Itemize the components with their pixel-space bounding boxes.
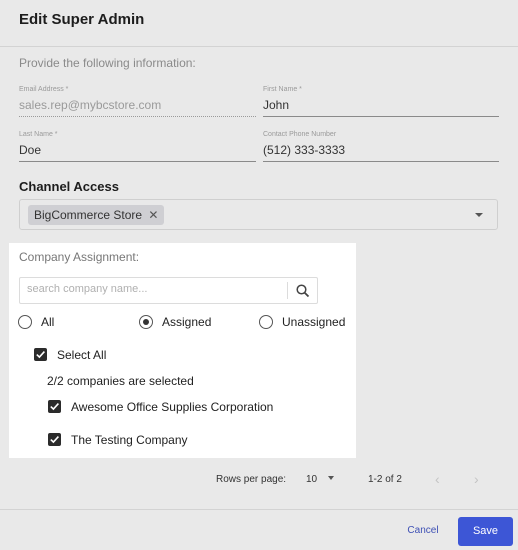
- rows-dropdown-arrow-icon[interactable]: [327, 476, 334, 480]
- company-assignment-panel: Company Assignment: search company name.…: [9, 243, 356, 458]
- next-page-icon[interactable]: ›: [474, 471, 479, 487]
- selection-count: 2/2 companies are selected: [47, 374, 194, 388]
- company-checkbox-2[interactable]: [48, 433, 61, 446]
- phone-underline: [263, 161, 499, 162]
- channel-access-heading: Channel Access: [19, 179, 119, 194]
- company-assignment-label: Company Assignment:: [19, 250, 140, 264]
- company-name-2: The Testing Company: [71, 433, 188, 447]
- phone-value: (512) 333-3333: [263, 143, 346, 157]
- title-divider: [0, 46, 518, 47]
- radio-assigned-circle[interactable]: [139, 315, 153, 329]
- first-name-value: John: [263, 98, 290, 112]
- first-name-field[interactable]: First Name * John: [263, 85, 499, 117]
- rows-per-page-label: Rows per page:: [216, 474, 287, 485]
- channel-chip-label: BigCommerce Store: [34, 208, 143, 222]
- edit-super-admin-dialog: Edit Super Admin Provide the following i…: [0, 0, 518, 550]
- company-name-1: Awesome Office Supplies Corporation: [71, 400, 274, 414]
- company-checkbox-1[interactable]: [48, 400, 61, 413]
- search-icon[interactable]: [295, 283, 311, 299]
- search-divider: [287, 282, 288, 299]
- last-name-label: Last Name *: [19, 131, 58, 138]
- last-name-underline: [19, 161, 256, 162]
- last-name-value: Doe: [19, 143, 42, 157]
- channel-chip: BigCommerce Store ✕: [28, 205, 165, 225]
- save-button[interactable]: Save: [458, 517, 513, 546]
- select-all-label: Select All: [57, 348, 107, 362]
- first-name-label: First Name *: [263, 86, 302, 93]
- pagination-range: 1-2 of 2: [368, 474, 402, 485]
- email-underline: [19, 116, 256, 118]
- footer-divider: [0, 509, 518, 510]
- phone-field[interactable]: Contact Phone Number (512) 333-3333: [263, 130, 499, 162]
- dialog-title: Edit Super Admin: [19, 11, 145, 28]
- instructions-text: Provide the following information:: [19, 56, 196, 70]
- first-name-underline: [263, 116, 499, 117]
- email-value: sales.rep@mybcstore.com: [19, 98, 162, 112]
- radio-all-circle[interactable]: [18, 315, 32, 329]
- email-label: Email Address *: [19, 86, 69, 93]
- select-all-checkbox[interactable]: [34, 348, 47, 361]
- rows-per-page-select[interactable]: 10: [306, 474, 334, 485]
- prev-page-icon[interactable]: ‹: [435, 471, 440, 487]
- dropdown-arrow-icon[interactable]: [475, 213, 483, 217]
- radio-all-label: All: [41, 315, 55, 329]
- radio-unassigned-circle[interactable]: [259, 315, 273, 329]
- radio-assigned-label: Assigned: [162, 315, 212, 329]
- cancel-button[interactable]: Cancel: [399, 517, 447, 545]
- search-placeholder: search company name...: [27, 283, 148, 295]
- phone-label: Contact Phone Number: [263, 131, 337, 138]
- rows-per-page-value: 10: [306, 474, 318, 485]
- channel-access-select[interactable]: BigCommerce Store ✕: [19, 199, 498, 230]
- company-search-input[interactable]: search company name...: [19, 277, 318, 304]
- email-field[interactable]: Email Address * sales.rep@mybcstore.com: [19, 85, 256, 118]
- last-name-field[interactable]: Last Name * Doe: [19, 130, 256, 162]
- radio-unassigned-label: Unassigned: [282, 315, 346, 329]
- chip-remove-icon[interactable]: ✕: [148, 208, 158, 222]
